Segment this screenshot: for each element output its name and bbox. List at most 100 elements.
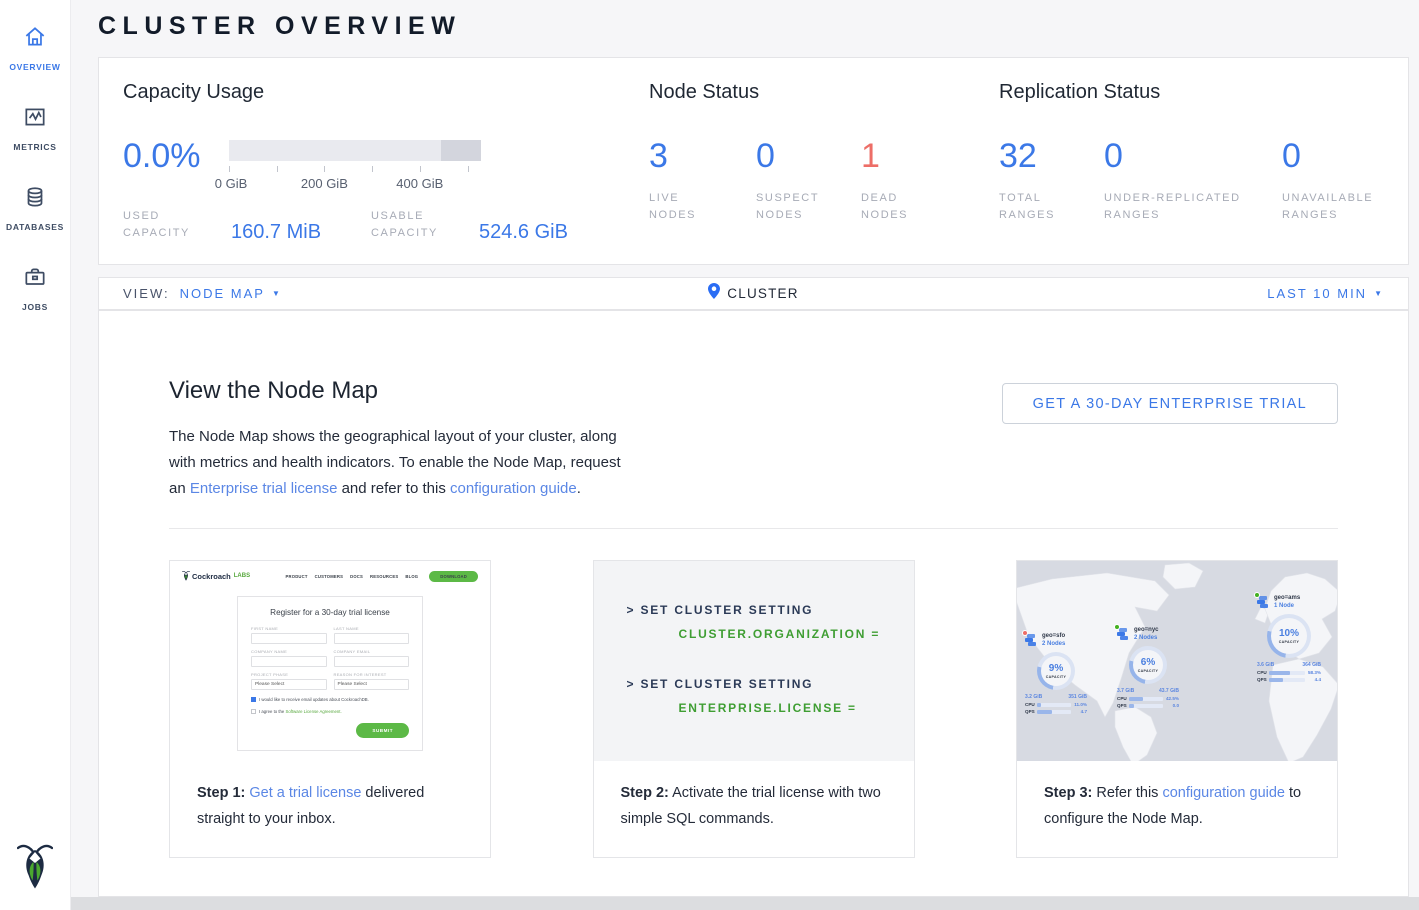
- node-status-title: Node Status: [649, 81, 999, 104]
- checkbox-label: I would like to receive email updates ab…: [259, 697, 369, 702]
- field-label: COMPANY NAME: [251, 649, 327, 654]
- sidebar-item-label: DATABASES: [6, 222, 64, 232]
- sidebar-item-metrics[interactable]: METRICS: [0, 88, 70, 168]
- sidebar-nav: OVERVIEW METRICS DATABASES: [0, 0, 70, 328]
- capacity-percent: 0.0%: [123, 138, 229, 192]
- text-input: [334, 656, 410, 667]
- dead-nodes-value: 1: [861, 138, 933, 174]
- usable-capacity-label: USABLE CAPACITY: [371, 208, 479, 242]
- nav-link: PRODUCT: [286, 574, 308, 579]
- sidebar: OVERVIEW METRICS DATABASES: [0, 0, 71, 910]
- sidebar-item-overview[interactable]: OVERVIEW: [0, 8, 70, 88]
- sidebar-item-label: METRICS: [13, 142, 56, 152]
- cluster-location-indicator: CLUSTER: [99, 283, 1408, 304]
- enterprise-trial-license-link[interactable]: Enterprise trial license: [190, 480, 338, 497]
- enterprise-trial-button[interactable]: GET A 30-DAY ENTERPRISE TRIAL: [1002, 383, 1338, 424]
- databases-icon: [22, 184, 48, 215]
- time-range-dropdown[interactable]: LAST 10 MIN ▼: [1267, 286, 1384, 301]
- nav-link: RESOURCES: [370, 574, 398, 579]
- capacity-axis-ticks: [229, 166, 481, 173]
- total-ranges-value: 32: [999, 138, 1104, 174]
- sidebar-item-label: OVERVIEW: [9, 62, 60, 72]
- cockroachdb-logo: [17, 841, 53, 898]
- capacity-axis-labels: 0 GiB 200 GiB 400 GiB: [229, 176, 481, 192]
- configuration-guide-link[interactable]: configuration guide: [1162, 785, 1285, 801]
- view-bar: CLUSTER VIEW: NODE MAP ▼ LAST 10 MIN ▼: [98, 277, 1409, 310]
- live-nodes-label: LIVE NODES: [649, 190, 721, 224]
- sql-setting: ENTERPRISE.LICENSE =: [679, 701, 914, 715]
- dead-nodes-stat: 1 DEAD NODES: [861, 138, 933, 224]
- node-marker-ams: geo=ams1 Node 10%CAPACITY 3.6 GiB364 GiB…: [1257, 595, 1321, 682]
- chevron-down-icon: ▼: [1374, 289, 1384, 298]
- sidebar-item-databases[interactable]: DATABASES: [0, 168, 70, 248]
- capacity-bar: [229, 140, 481, 161]
- trial-registration-form: Register for a 30-day trial license FIRS…: [237, 596, 423, 751]
- step1-card: Cockroach LABS PRODUCT CUSTOMERS DOCS RE…: [169, 560, 491, 858]
- node-group-icon: [1117, 627, 1130, 640]
- content-area: CLUSTER OVERVIEW Capacity Usage 0.0% 0 G…: [71, 0, 1419, 910]
- configuration-guide-link[interactable]: configuration guide: [450, 480, 577, 497]
- suspect-nodes-stat: 0 SUSPECT NODES: [756, 138, 861, 224]
- node-status-section: Node Status 3 LIVE NODES 0 SUSPECT NODES…: [649, 81, 999, 264]
- step-number: Step 1:: [197, 785, 245, 801]
- node-map-description: The Node Map shows the geographical layo…: [169, 424, 629, 502]
- view-dropdown[interactable]: NODE MAP ▼: [180, 286, 282, 301]
- node-group-icon: [1025, 633, 1038, 646]
- sql-setting: CLUSTER.ORGANIZATION =: [679, 627, 914, 641]
- caption-text: Refer this: [1092, 785, 1162, 801]
- site-nav: PRODUCT CUSTOMERS DOCS RESOURCES BLOG DO…: [286, 571, 478, 582]
- capacity-donut: 6%CAPACITY: [1129, 646, 1167, 684]
- step1-screenshot: Cockroach LABS PRODUCT CUSTOMERS DOCS RE…: [170, 561, 490, 761]
- description-text: and refer to this: [337, 480, 450, 497]
- field-label: FIRST NAME: [251, 626, 327, 631]
- replication-status-title: Replication Status: [999, 81, 1408, 104]
- sidebar-item-label: JOBS: [22, 302, 48, 312]
- sidebar-item-jobs[interactable]: JOBS: [0, 248, 70, 328]
- submit-button: SUBMIT: [356, 723, 409, 738]
- live-nodes-value: 3: [649, 138, 756, 174]
- metrics-icon: [22, 104, 48, 135]
- step-number: Step 2:: [621, 785, 669, 801]
- capacity-bar-reserved-segment: [441, 140, 481, 161]
- select-input: Please Select: [334, 679, 410, 690]
- replication-status-section: Replication Status 32 TOTAL RANGES 0 UND…: [999, 81, 1408, 264]
- usable-capacity-value: 524.6 GiB: [479, 223, 568, 242]
- brand-text: Cockroach: [192, 572, 231, 581]
- suspect-nodes-label: SUSPECT NODES: [756, 190, 828, 224]
- text-input: [334, 633, 410, 644]
- node-marker-sfo: geo=sfo2 Nodes 9%CAPACITY 3.2 GiB351 GiB…: [1025, 633, 1087, 714]
- under-replicated-ranges-stat: 0 UNDER-REPLICATED RANGES: [1104, 138, 1282, 224]
- map-pin-icon: [708, 283, 720, 304]
- step1-caption: Step 1: Get a trial license delivered st…: [170, 761, 490, 857]
- text-input: [251, 633, 327, 644]
- description-text: .: [577, 480, 581, 497]
- step3-node-map-preview: geo=sfo2 Nodes 9%CAPACITY 3.2 GiB351 GiB…: [1017, 561, 1337, 761]
- tick-label: 400 GiB: [396, 176, 443, 191]
- nav-link: DOCS: [350, 574, 363, 579]
- nav-link: BLOG: [405, 574, 418, 579]
- tick-label: 200 GiB: [301, 176, 348, 191]
- cluster-label: CLUSTER: [727, 286, 798, 301]
- text-input: [251, 656, 327, 667]
- select-input: Please Select: [251, 679, 327, 690]
- field-label: PROJECT PHASE: [251, 672, 327, 677]
- capacity-bar-chart: 0 GiB 200 GiB 400 GiB: [229, 140, 481, 192]
- capacity-usage-title: Capacity Usage: [123, 81, 649, 104]
- dead-nodes-label: DEAD NODES: [861, 190, 933, 224]
- used-capacity-label: USED CAPACITY: [123, 208, 231, 242]
- step3-caption: Step 3: Refer this configuration guide t…: [1017, 761, 1337, 857]
- get-trial-license-link[interactable]: Get a trial license: [249, 785, 361, 801]
- checkbox-unchecked: [251, 709, 256, 714]
- cockroach-labs-logo: Cockroach LABS: [182, 570, 250, 582]
- brand-suffix: LABS: [234, 573, 250, 579]
- node-map-panel: View the Node Map The Node Map shows the…: [98, 310, 1409, 897]
- unavailable-ranges-label: UNAVAILABLE RANGES: [1282, 190, 1392, 224]
- step2-sql-snippet: > SET CLUSTER SETTING CLUSTER.ORGANIZATI…: [594, 561, 914, 761]
- field-label: LAST NAME: [334, 626, 410, 631]
- unavailable-ranges-stat: 0 UNAVAILABLE RANGES: [1282, 138, 1392, 224]
- page-bottom-band: [71, 897, 1419, 910]
- used-capacity-value: 160.7 MiB: [231, 223, 371, 242]
- node-marker-nyc: geo=nyc2 Nodes 6%CAPACITY 3.7 GiB43.7 Gi…: [1117, 627, 1179, 708]
- sql-prompt: > SET CLUSTER SETTING: [627, 603, 914, 617]
- tick-label: 0 GiB: [215, 176, 248, 191]
